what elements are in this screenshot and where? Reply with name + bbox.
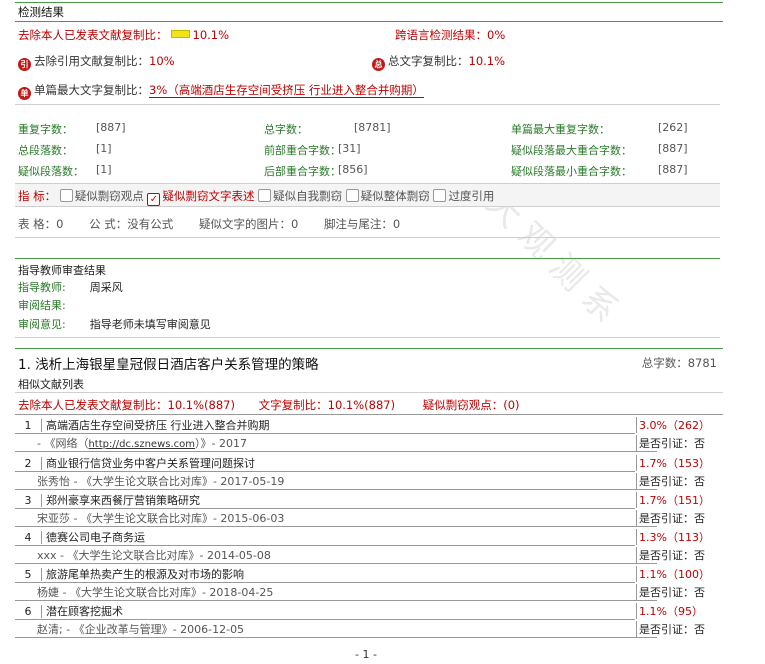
review-opinion: 指导老师未填写审阅意见 <box>89 318 211 331</box>
section-title-detection: 检测结果 <box>15 2 723 22</box>
exclude-cite-label: 去除引用文献复制比： <box>34 54 149 68</box>
doc-total: 总字数：8781 <box>641 356 717 370</box>
list-item-title: 旅游尾单热卖产生的根源及对市场的影响 <box>46 568 244 581</box>
cite-icon: 引 <box>18 58 31 71</box>
single-max-row: 单单篇最大文字复制比：3%（高端酒店生存空间受挤压 行业进入整合并购期） <box>18 82 424 100</box>
list-item-ratio: 1.7%（153） <box>636 455 726 471</box>
indicator-checkbox[interactable]: 疑似自我剽窃 <box>258 189 342 203</box>
doc-summary-row: 去除本人已发表文献复制比：10.1%(887) 文字复制比：10.1%(887)… <box>18 397 520 413</box>
indicator-checkbox[interactable]: 疑似剽窃观点 <box>59 189 144 203</box>
footnote-count: 脚注与尾注：0 <box>323 217 401 231</box>
stat-value: [887] <box>96 121 126 134</box>
single-icon: 单 <box>18 87 31 100</box>
indicator-checkbox[interactable]: 疑似整体剽窃 <box>345 189 430 203</box>
list-item-cite: 是否引证：否 <box>636 510 726 526</box>
list-item-cite: 是否引证：否 <box>636 621 726 637</box>
list-item-cite: 是否引证：否 <box>636 473 726 489</box>
indicator-bar: 指 标： 疑似剽窃观点 ✓ 疑似剽窃文字表述 疑似自我剽窃 疑似整体剽窃 过度引用 <box>15 183 720 207</box>
list-item-cite: 是否引证：否 <box>636 584 726 600</box>
divider <box>15 337 720 338</box>
list-item-cite: 是否引证：否 <box>636 435 726 451</box>
stat-label: 总字数： <box>264 123 308 136</box>
list-item-ratio: 1.1%（95） <box>636 603 726 619</box>
list-item-title: 德赛公司电子商务运 <box>46 531 145 544</box>
list-item-title: 潜在顾客挖掘术 <box>46 605 123 618</box>
stat-value: [887] <box>658 163 688 176</box>
sum-plag: 疑似剽窃观点：(0) <box>422 398 520 412</box>
formula-count: 公 式：没有公式 <box>89 217 174 231</box>
single-max-label: 单篇最大文字复制比： <box>34 83 149 97</box>
stat-label: 后部重合字数： <box>264 165 341 178</box>
list-item-ratio: 1.7%（151） <box>636 492 726 508</box>
teacher-name: 周采风 <box>89 281 123 294</box>
indicator-checkbox[interactable]: 过度引用 <box>433 189 494 203</box>
list-item-title: 郑州豪享来西餐厅营销策略研究 <box>46 494 200 507</box>
teacher-title: 指导教师审查结果 <box>18 264 106 277</box>
tables-count: 表 格：0 <box>18 217 64 231</box>
tables-row: 表 格：0 公 式：没有公式 疑似文字的图片：0 脚注与尾注：0 <box>18 216 400 232</box>
list-item-title: 高端酒店生存空间受挤压 行业进入整合并购期 <box>46 419 270 432</box>
list-item-cite: 是否引证：否 <box>636 547 726 563</box>
divider <box>15 414 723 415</box>
similar-list-title: 相似文献列表 <box>18 378 84 391</box>
total-copy-row: 总总文字复制比：10.1% <box>372 53 505 71</box>
total-copy-value: 10.1% <box>468 54 506 68</box>
stat-value: [1] <box>96 163 112 176</box>
exclude-own-label: 去除本人已发表文献复制比： <box>18 28 168 42</box>
stat-label: 疑似段落最大重合字数： <box>511 144 632 157</box>
stat-label: 疑似段落最小重合字数： <box>511 165 632 178</box>
stat-value: [8781] <box>354 121 391 134</box>
doc-header: 1. 浅析上海银星皇冠假日酒店客户关系管理的策略 总字数：8781 <box>15 348 723 373</box>
page-number: - 1 - <box>355 648 377 661</box>
total-copy-label: 总文字复制比： <box>388 54 469 68</box>
stat-value: [856] <box>338 163 368 176</box>
teacher-name-row: 指导教师: 周采风 <box>18 281 123 294</box>
divider <box>15 237 720 238</box>
indicator-row: 指 标： 疑似剽窃观点 ✓ 疑似剽窃文字表述 疑似自我剽窃 疑似整体剽窃 过度引用 <box>18 188 494 206</box>
source-link[interactable]: http://dc.sznews.com <box>88 439 195 450</box>
list-item-ratio: 1.1%（100） <box>636 566 726 582</box>
review-opinion-row: 审阅意见: 指导老师未填写审阅意见 <box>18 318 211 331</box>
stat-value: [1] <box>96 142 112 155</box>
stat-label: 重复字数： <box>18 123 73 136</box>
exclude-own-value: 10.1% <box>192 28 230 42</box>
yellow-bar-indicator <box>170 30 190 38</box>
review-result-row: 审阅结果: <box>18 299 66 312</box>
exclude-cite-value: 10% <box>149 54 175 68</box>
stat-label: 前部重合字数： <box>264 144 341 157</box>
indicator-label: 指 标： <box>18 189 57 203</box>
total-icon: 总 <box>372 58 385 71</box>
list-item-ratio: 1.3%（113） <box>636 529 726 545</box>
list-item-ratio: 3.0%（262） <box>636 417 726 433</box>
teacher-section-border <box>15 258 720 259</box>
doc-title: 1. 浅析上海银星皇冠假日酒店客户关系管理的策略 <box>18 357 319 373</box>
sum-copy: 文字复制比：10.1%(887) <box>258 398 396 412</box>
stat-value: [887] <box>658 142 688 155</box>
cross-lang-value: 0% <box>487 28 506 42</box>
exclude-cite-row: 引去除引用文献复制比：10% <box>18 53 175 71</box>
cross-lang-label: 跨语言检测结果： <box>395 28 487 42</box>
list-item-title: 商业银行信贷业务中客户关系管理问题探讨 <box>46 457 255 470</box>
exclude-own-row: 去除本人已发表文献复制比： 10.1% <box>18 27 229 43</box>
stat-label: 总段落数： <box>18 144 73 157</box>
sum-exclude: 去除本人已发表文献复制比：10.1%(887) <box>18 398 235 412</box>
indicator-checkbox-checked[interactable]: ✓ 疑似剽窃文字表述 <box>147 189 254 206</box>
stat-label: 疑似段落数： <box>18 165 84 178</box>
divider <box>15 392 723 393</box>
divider <box>15 104 720 105</box>
cross-lang-row: 跨语言检测结果：0% <box>395 27 505 43</box>
images-count: 疑似文字的图片：0 <box>198 217 299 231</box>
single-max-value[interactable]: 3%（高端酒店生存空间受挤压 行业进入整合并购期） <box>149 83 424 98</box>
stat-value: [31] <box>338 142 361 155</box>
stat-value: [262] <box>658 121 688 134</box>
stat-label: 单篇最大重复字数： <box>511 123 610 136</box>
